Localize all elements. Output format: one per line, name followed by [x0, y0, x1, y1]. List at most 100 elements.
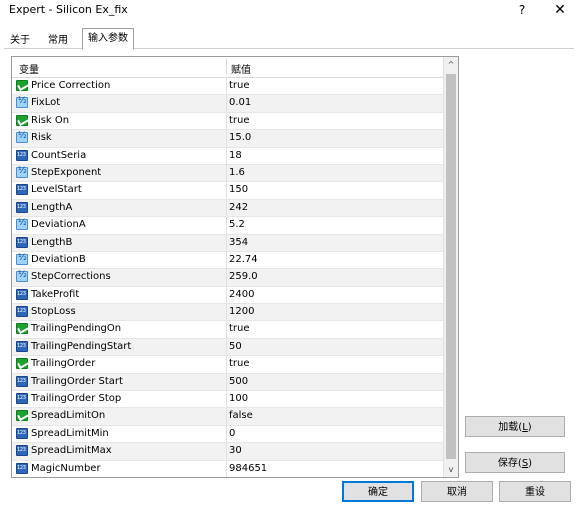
- parameter-name: MagicNumber: [31, 462, 101, 474]
- save-button[interactable]: 保存(S): [465, 452, 565, 473]
- table-row[interactable]: SpreadLimitMax 30: [12, 443, 443, 461]
- integer-value-icon: [16, 393, 28, 405]
- table-row[interactable]: Risk 15.0: [12, 130, 443, 148]
- close-button[interactable]: ✕: [545, 0, 575, 22]
- cell-divider: [226, 304, 227, 321]
- parameter-value[interactable]: 0: [229, 428, 235, 439]
- integer-value-icon: [16, 184, 28, 196]
- parameter-value[interactable]: 100: [229, 393, 248, 404]
- table-row[interactable]: TrailingOrder true: [12, 356, 443, 374]
- parameter-value[interactable]: 242: [229, 202, 248, 213]
- parameter-value[interactable]: false: [229, 410, 253, 421]
- parameter-name: SpreadLimitOn: [31, 410, 106, 422]
- parameter-value[interactable]: 30: [229, 445, 242, 456]
- parameter-name: Risk: [31, 132, 52, 144]
- cell-divider: [226, 391, 227, 408]
- cancel-button[interactable]: 取消: [421, 481, 493, 502]
- table-row[interactable]: TakeProfit 2400: [12, 286, 443, 305]
- double-value-icon: [16, 218, 28, 231]
- table-row[interactable]: StepCorrections 259.0: [12, 269, 443, 287]
- bool-toggle-icon: [16, 410, 28, 422]
- integer-value-icon: [16, 236, 28, 248]
- parameter-value[interactable]: true: [229, 115, 250, 126]
- double-value-icon: [16, 131, 28, 144]
- scroll-thumb[interactable]: [446, 74, 456, 459]
- parameter-name: SpreadLimitMin: [31, 427, 109, 439]
- table-row[interactable]: TrailingPendingStart 50: [12, 338, 443, 357]
- parameter-value[interactable]: 1.6: [229, 167, 245, 178]
- parameter-value[interactable]: 5.2: [229, 219, 245, 230]
- bool-toggle-icon: [16, 114, 28, 126]
- table-row[interactable]: MagicNumber 984651: [12, 460, 443, 477]
- cell-divider: [226, 460, 227, 477]
- column-divider[interactable]: [226, 59, 227, 75]
- table-row[interactable]: DeviationB 22.74: [12, 251, 443, 270]
- column-header-value[interactable]: 赋值: [231, 61, 251, 76]
- window-title: Expert - Silicon Ex_fix: [9, 3, 128, 16]
- parameter-value[interactable]: true: [229, 358, 250, 369]
- table-row[interactable]: CountSeria 18: [12, 147, 443, 165]
- ok-button[interactable]: 确定: [342, 481, 414, 502]
- table-row[interactable]: StepExponent 1.6: [12, 164, 443, 183]
- parameter-value[interactable]: 984651: [229, 463, 267, 474]
- parameter-name: LevelStart: [31, 184, 82, 196]
- scroll-down-icon[interactable]: v: [444, 462, 458, 477]
- parameter-name: Risk On: [31, 114, 70, 126]
- cell-divider: [226, 182, 227, 199]
- parameter-value[interactable]: 500: [229, 376, 248, 387]
- parameter-value[interactable]: true: [229, 80, 250, 91]
- vertical-scrollbar[interactable]: ^ v: [443, 57, 458, 477]
- table-row[interactable]: TrailingOrder Stop 100: [12, 391, 443, 409]
- save-button-label: 保存(: [497, 458, 522, 469]
- grid-rows: Price Correction true FixLot 0.01 Risk On tru…: [12, 78, 443, 477]
- expert-properties-window: Expert - Silicon Ex_fix ? ✕ 关于 常用 输入参数 变…: [0, 0, 578, 511]
- cell-divider: [226, 338, 227, 356]
- parameter-value[interactable]: 150: [229, 184, 248, 195]
- cell-divider: [226, 234, 227, 251]
- table-row[interactable]: FixLot 0.01: [12, 95, 443, 113]
- help-button[interactable]: ?: [507, 0, 537, 22]
- table-row[interactable]: Price Correction true: [12, 78, 443, 96]
- save-button-label-end: ): [528, 458, 533, 469]
- table-row[interactable]: LengthB 354: [12, 234, 443, 252]
- cell-divider: [226, 78, 227, 95]
- integer-value-icon: [16, 306, 28, 318]
- column-header-variable[interactable]: 变量: [19, 61, 39, 76]
- parameter-value[interactable]: 0.01: [229, 97, 251, 108]
- parameter-value[interactable]: 15.0: [229, 132, 251, 143]
- reset-button[interactable]: 重设: [499, 481, 571, 502]
- double-value-icon: [16, 166, 28, 178]
- load-button[interactable]: 加载(L): [465, 416, 565, 437]
- load-button-label-end: ): [527, 422, 532, 433]
- parameter-value[interactable]: 354: [229, 237, 248, 248]
- bool-toggle-icon: [16, 80, 28, 91]
- parameter-value[interactable]: 2400: [229, 289, 254, 300]
- parameter-name: LengthB: [31, 236, 73, 248]
- parameter-value[interactable]: 1200: [229, 306, 254, 317]
- bool-toggle-icon: [16, 358, 28, 370]
- table-row[interactable]: SpreadLimitOn false: [12, 408, 443, 426]
- scroll-up-icon[interactable]: ^: [444, 57, 458, 72]
- inputs-grid: 变量 赋值 Price Correction true FixLot 0.01 Risk…: [11, 56, 459, 478]
- parameter-name: SpreadLimitMax: [31, 445, 112, 457]
- parameter-value[interactable]: true: [229, 323, 250, 334]
- integer-value-icon: [16, 288, 28, 300]
- integer-value-icon: [16, 201, 28, 213]
- table-row[interactable]: SpreadLimitMin 0: [12, 425, 443, 444]
- table-row[interactable]: LevelStart 150: [12, 182, 443, 200]
- parameter-value[interactable]: 50: [229, 341, 242, 352]
- table-row[interactable]: Risk On true: [12, 112, 443, 131]
- parameter-value[interactable]: 18: [229, 150, 242, 161]
- table-row[interactable]: TrailingOrder Start 500: [12, 373, 443, 392]
- table-row[interactable]: StopLoss 1200: [12, 304, 443, 322]
- table-row[interactable]: TrailingPendingOn true: [12, 321, 443, 339]
- parameter-value[interactable]: 22.74: [229, 254, 258, 265]
- integer-value-icon: [16, 149, 28, 161]
- table-row[interactable]: LengthA 242: [12, 199, 443, 218]
- grid-header: 变量 赋值: [12, 57, 443, 78]
- parameter-name: StepCorrections: [31, 271, 111, 283]
- parameter-value[interactable]: 259.0: [229, 271, 258, 282]
- parameter-name: TrailingPendingStart: [31, 340, 132, 352]
- tab-inputs[interactable]: 输入参数: [82, 28, 134, 50]
- table-row[interactable]: DeviationA 5.2: [12, 217, 443, 235]
